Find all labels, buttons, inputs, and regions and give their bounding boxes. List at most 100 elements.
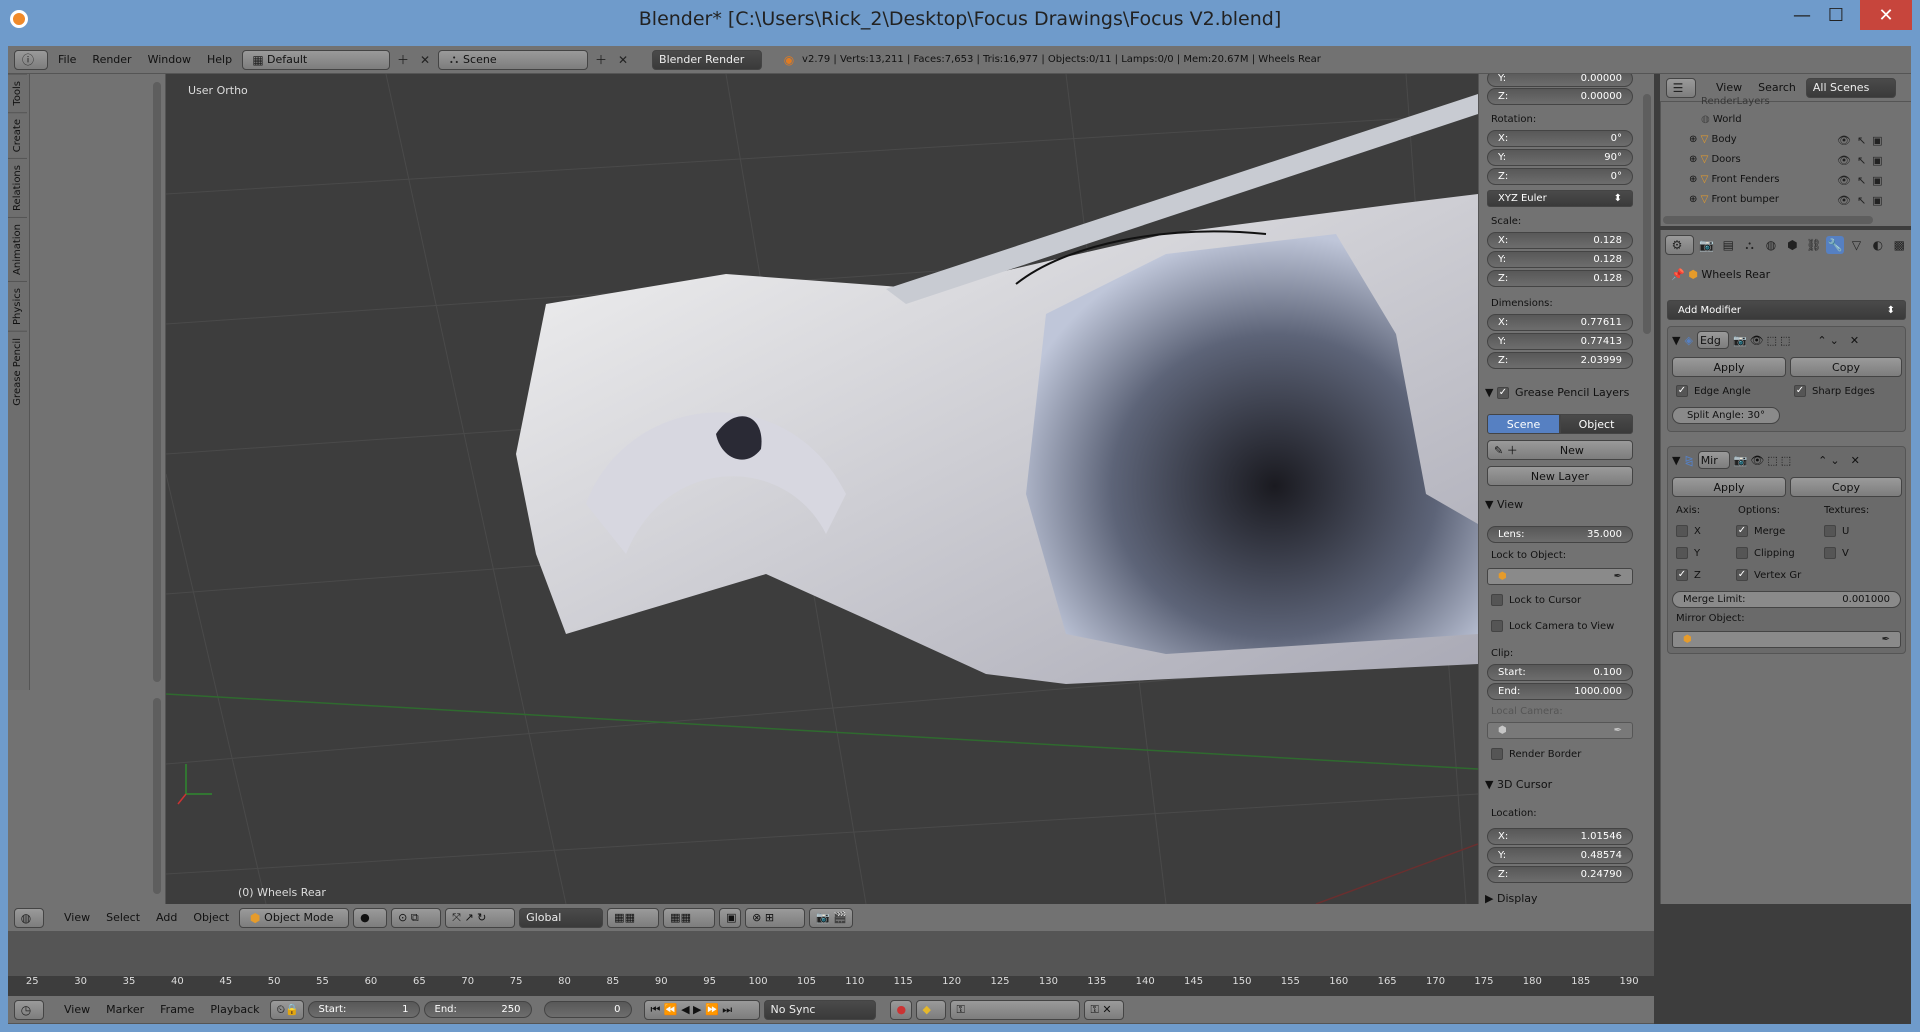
scale-z-field[interactable]: Z: 0.128 (1487, 270, 1633, 287)
menu-window[interactable]: Window (142, 53, 197, 66)
outliner-item-doors[interactable]: ⊕ ▽ Doors (1689, 154, 1741, 165)
clip-start-field[interactable]: Start: 0.100 (1487, 664, 1633, 681)
menu-help[interactable]: Help (201, 53, 238, 66)
record-button[interactable]: ● (889, 999, 912, 1020)
scale-x-field[interactable]: X: 0.128 (1487, 232, 1633, 249)
axis-x-checkbox[interactable] (1676, 525, 1688, 537)
menu-file[interactable]: File (52, 53, 82, 66)
add-scene-icon[interactable]: ＋ (592, 51, 610, 69)
scene-selector[interactable]: ⛬ Scene (438, 49, 589, 70)
axis-z-checkbox[interactable] (1676, 569, 1688, 581)
axis-x-option[interactable]: X (1676, 525, 1701, 537)
copy-button[interactable]: Copy (1790, 357, 1902, 377)
lock-camera-option[interactable]: Lock Camera to View (1491, 620, 1614, 632)
lens-field[interactable]: Lens: 35.000 (1487, 526, 1633, 543)
modifier-visibility-icons[interactable]: 📷👁⬚⬚ (1733, 334, 1793, 347)
merge-checkbox[interactable] (1736, 525, 1748, 537)
3d-viewport[interactable]: User Ortho (0) Wheels Rear (166, 74, 1478, 904)
current-frame-field[interactable]: 0 (543, 1001, 632, 1018)
dimensions-y-field[interactable]: Y: 0.77413 (1487, 333, 1633, 350)
grease-pencil-checkbox[interactable] (1496, 387, 1509, 399)
rotation-x-field[interactable]: X: 0° (1487, 130, 1633, 147)
layout-selector[interactable]: ▦ Default (242, 49, 391, 70)
tex-v-checkbox[interactable] (1824, 547, 1836, 559)
layers-grid-1[interactable]: ▦▦ (607, 907, 660, 928)
tab-relations[interactable]: Relations (8, 157, 27, 217)
lock-to-cursor-option[interactable]: Lock to Cursor (1491, 594, 1581, 606)
view-section[interactable]: ▼ View (1485, 498, 1523, 511)
display-section[interactable]: ▶ Display (1485, 892, 1538, 904)
timeline-menu-view[interactable]: View (58, 1003, 96, 1016)
cursor-z-field[interactable]: Z: 0.24790 (1487, 866, 1633, 883)
tab-create[interactable]: Create (8, 111, 27, 158)
new-pencil-button[interactable]: ✎ ＋ New (1487, 440, 1633, 460)
tab-grease-pencil[interactable]: Grease Pencil (8, 330, 27, 412)
modifier-visibility-icons[interactable]: 📷👁⬚⬚ (1734, 454, 1794, 467)
merge-limit-field[interactable]: Merge Limit: 0.001000 (1672, 591, 1901, 608)
pin-icon[interactable]: 📌 (1671, 268, 1685, 281)
remove-modifier-icon[interactable]: ✕ (1850, 334, 1859, 347)
texture-tab-icon[interactable]: ▩ (1891, 236, 1908, 254)
layers-tab-icon[interactable]: ▤ (1720, 236, 1737, 254)
axis-y-option[interactable]: Y (1676, 547, 1700, 559)
copy-button[interactable]: Copy (1790, 477, 1902, 497)
object-tab-icon[interactable]: ⬢ (1784, 236, 1801, 254)
data-tab-icon[interactable]: ▽ (1848, 236, 1865, 254)
npanel-scrollbar[interactable] (1643, 94, 1651, 334)
rotation-z-field[interactable]: Z: 0° (1487, 168, 1633, 185)
edge-angle-option[interactable]: Edge Angle (1676, 385, 1751, 397)
render-border-option[interactable]: Render Border (1491, 748, 1581, 760)
tex-u-checkbox[interactable] (1824, 525, 1836, 537)
outliner-filter-select[interactable]: All Scenes (1805, 77, 1896, 98)
collapse-icon[interactable]: ▼ (1672, 334, 1680, 347)
menu-add[interactable]: Add (150, 911, 183, 924)
eyedropper-icon[interactable]: ✒ (1882, 634, 1890, 645)
modifiers-tab-icon[interactable]: 🔧 (1826, 236, 1844, 254)
cursor-x-field[interactable]: X: 1.01546 (1487, 828, 1633, 845)
start-frame-field[interactable]: Start: 1 (307, 1001, 420, 1018)
scene-tab-icon[interactable]: ⛬ (1741, 236, 1758, 254)
timeline-editor-button[interactable]: ◷ (14, 999, 44, 1020)
scene-toggle[interactable]: Scene (1487, 414, 1560, 434)
world-tab-icon[interactable]: ◍ (1762, 236, 1779, 254)
tab-physics[interactable]: Physics (8, 280, 27, 331)
snap-toggles[interactable]: ⊗ ⊞ (745, 907, 806, 928)
tex-v-option[interactable]: V (1824, 547, 1849, 559)
lock-to-cursor-checkbox[interactable] (1491, 594, 1503, 606)
axis-z-option[interactable]: Z (1676, 569, 1701, 581)
expand-icon[interactable]: ⊕ (1689, 174, 1697, 185)
rotation-y-field[interactable]: Y: 90° (1487, 149, 1633, 166)
maximize-button[interactable]: ☐ (1814, 0, 1858, 30)
outliner-search-menu[interactable]: Search (1752, 81, 1802, 94)
visibility-icons[interactable]: 👁↖▣ (1837, 194, 1889, 207)
outliner-editor-button[interactable]: ☰ (1666, 77, 1696, 98)
location-z-field[interactable]: Z: 0.00000 (1487, 88, 1633, 105)
split-angle-field[interactable]: Split Angle: 30° (1672, 407, 1780, 424)
apply-button[interactable]: Apply (1672, 477, 1786, 497)
outliner-hscrollbar[interactable] (1663, 216, 1873, 224)
location-y-field[interactable]: Y: 0.00000 (1487, 74, 1633, 87)
merge-option[interactable]: Merge (1736, 525, 1785, 537)
outliner-item-body[interactable]: ⊕ ▽ Body (1689, 134, 1737, 145)
mirror-object-field[interactable]: ⬢ ✒ (1672, 631, 1901, 648)
modifier-move-icons[interactable]: ⌃⌄ (1817, 334, 1841, 347)
keying-button[interactable]: ◆ (915, 999, 946, 1020)
menu-object[interactable]: Object (187, 911, 235, 924)
visibility-icons[interactable]: 👁↖▣ (1837, 174, 1889, 187)
clipping-option[interactable]: Clipping (1736, 547, 1795, 559)
lock-camera-checkbox[interactable] (1491, 620, 1503, 632)
tex-u-option[interactable]: U (1824, 525, 1849, 537)
constraints-tab-icon[interactable]: ⛓ (1805, 236, 1822, 254)
object-toggle[interactable]: Object (1560, 414, 1633, 434)
keying-set-field[interactable]: ⚿ (949, 999, 1080, 1020)
expand-icon[interactable]: ⊕ (1689, 154, 1697, 165)
apply-button[interactable]: Apply (1672, 357, 1786, 377)
preview-range-toggle[interactable]: ⏲🔒 (269, 999, 304, 1020)
insert-keyframe-buttons[interactable]: ⚿ ✕ (1083, 999, 1124, 1020)
dimensions-x-field[interactable]: X: 0.77611 (1487, 314, 1633, 331)
visibility-icons[interactable]: 👁↖▣ (1837, 134, 1889, 147)
timeline-menu-marker[interactable]: Marker (100, 1003, 150, 1016)
sharp-edges-option[interactable]: Sharp Edges (1794, 385, 1875, 397)
mode-select[interactable]: ⬢ Object Mode (239, 907, 350, 928)
render-engine-selector[interactable]: Blender Render (652, 49, 763, 70)
